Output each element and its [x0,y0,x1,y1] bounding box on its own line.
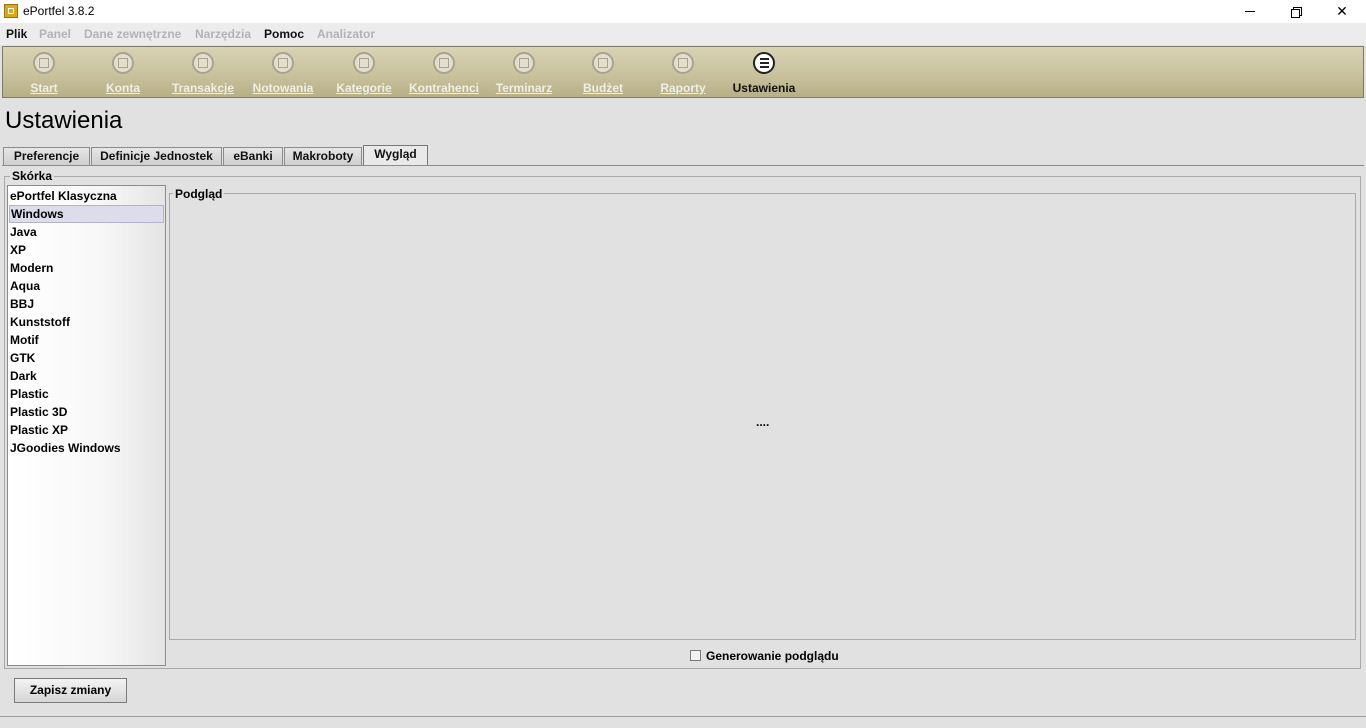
list-item[interactable]: Plastic [9,385,164,403]
list-item[interactable]: Motif [9,331,164,349]
tab-makroboty[interactable]: Makroboty [284,147,362,165]
toolbar-notowania-label: Notowania [252,81,314,95]
toolbar-kategorie-label: Kategorie [336,81,392,95]
toolbar-ustawienia-button[interactable]: Ustawienia [729,47,799,97]
minimize-button[interactable] [1227,0,1273,23]
generate-preview-checkbox[interactable] [690,650,701,661]
save-changes-button[interactable]: Zapisz zmiany [14,678,127,703]
list-item[interactable]: Aqua [9,277,164,295]
toolbar-budzet-button[interactable]: Budżet [576,47,630,97]
preview-content: .... [756,415,770,429]
list-item[interactable]: BBJ [9,295,164,313]
menu-plik[interactable]: Plik [6,27,27,41]
toolbar-konta-button[interactable]: Konta [96,47,150,97]
budget-icon [592,52,614,74]
toolbar-terminarz-label: Terminarz [495,81,553,95]
list-item[interactable]: Dark [9,367,164,385]
toolbar-transakcje-button[interactable]: Transakcje [169,47,237,97]
toolbar-ustawienia-label: Ustawienia [732,81,796,95]
toolbar-raporty-label: Raporty [660,81,706,95]
tab-ebanki[interactable]: eBanki [223,147,283,165]
bottom-divider [0,716,1366,717]
toolbar-budzet-label: Budżet [583,81,623,95]
preview-label: Podgląd [173,187,225,201]
toolbar-kategorie-button[interactable]: Kategorie [333,47,395,97]
quotes-icon [272,52,294,74]
list-item[interactable]: Plastic 3D [9,403,164,421]
toolbar-notowania-button[interactable]: Notowania [251,47,315,97]
skin-group-label: Skórka [10,169,55,183]
toolbar-kontrahenci-label: Kontrahenci [408,81,479,95]
list-item[interactable]: ePortfel Klasyczna [9,187,164,205]
close-button[interactable]: ✕ [1319,0,1365,23]
toolbar-terminarz-button[interactable]: Terminarz [491,47,557,97]
toolbar-start-button[interactable]: Start [17,47,71,97]
list-item[interactable]: JGoodies Windows [9,439,164,457]
app-icon [4,4,18,18]
generate-preview-label[interactable]: Generowanie podglądu [706,649,839,663]
main-toolbar: Start Konta Transakcje Notowania Kategor… [2,46,1364,98]
transactions-icon [192,52,214,74]
list-item[interactable]: XP [9,241,164,259]
list-item[interactable]: Plastic XP [9,421,164,439]
menu-narzedzia[interactable]: Narzędzia [195,27,251,41]
reports-icon [672,52,694,74]
list-item[interactable]: Kunststoff [9,313,164,331]
title-bar: ePortfel 3.8.2 ✕ [0,0,1366,23]
list-item[interactable]: Modern [9,259,164,277]
contractors-icon [433,52,455,74]
tab-wyglad[interactable]: Wygląd [363,145,428,166]
menu-panel[interactable]: Panel [39,27,71,41]
settings-list-icon [753,52,775,74]
tab-preferencje[interactable]: Preferencje [3,147,90,165]
calendar-icon [513,52,535,74]
page-title: Ustawienia [5,107,123,134]
menu-bar: Plik Panel Dane zewnętrzne Narzędzia Pom… [0,23,1366,45]
tab-definicje-jednostek[interactable]: Definicje Jednostek [91,147,222,165]
toolbar-raporty-button[interactable]: Raporty [654,47,712,97]
categories-icon [353,52,375,74]
list-item[interactable]: GTK [9,349,164,367]
toolbar-start-label: Start [30,81,58,95]
list-item[interactable]: Java [9,223,164,241]
toolbar-kontrahenci-button[interactable]: Kontrahenci [407,47,481,97]
skin-list[interactable]: ePortfel Klasyczna Windows Java XP Moder… [7,185,166,666]
menu-dane-zewnetrzne[interactable]: Dane zewnętrzne [84,27,181,41]
list-item-selected[interactable]: Windows [9,205,164,223]
menu-analizator[interactable]: Analizator [317,27,375,41]
maximize-restore-button[interactable] [1273,0,1319,23]
window-title: ePortfel 3.8.2 [23,4,95,18]
accounts-icon [112,52,134,74]
toolbar-transakcje-label: Transakcje [171,81,235,95]
start-icon [33,52,55,74]
menu-pomoc[interactable]: Pomoc [264,27,304,41]
toolbar-konta-label: Konta [106,81,140,95]
